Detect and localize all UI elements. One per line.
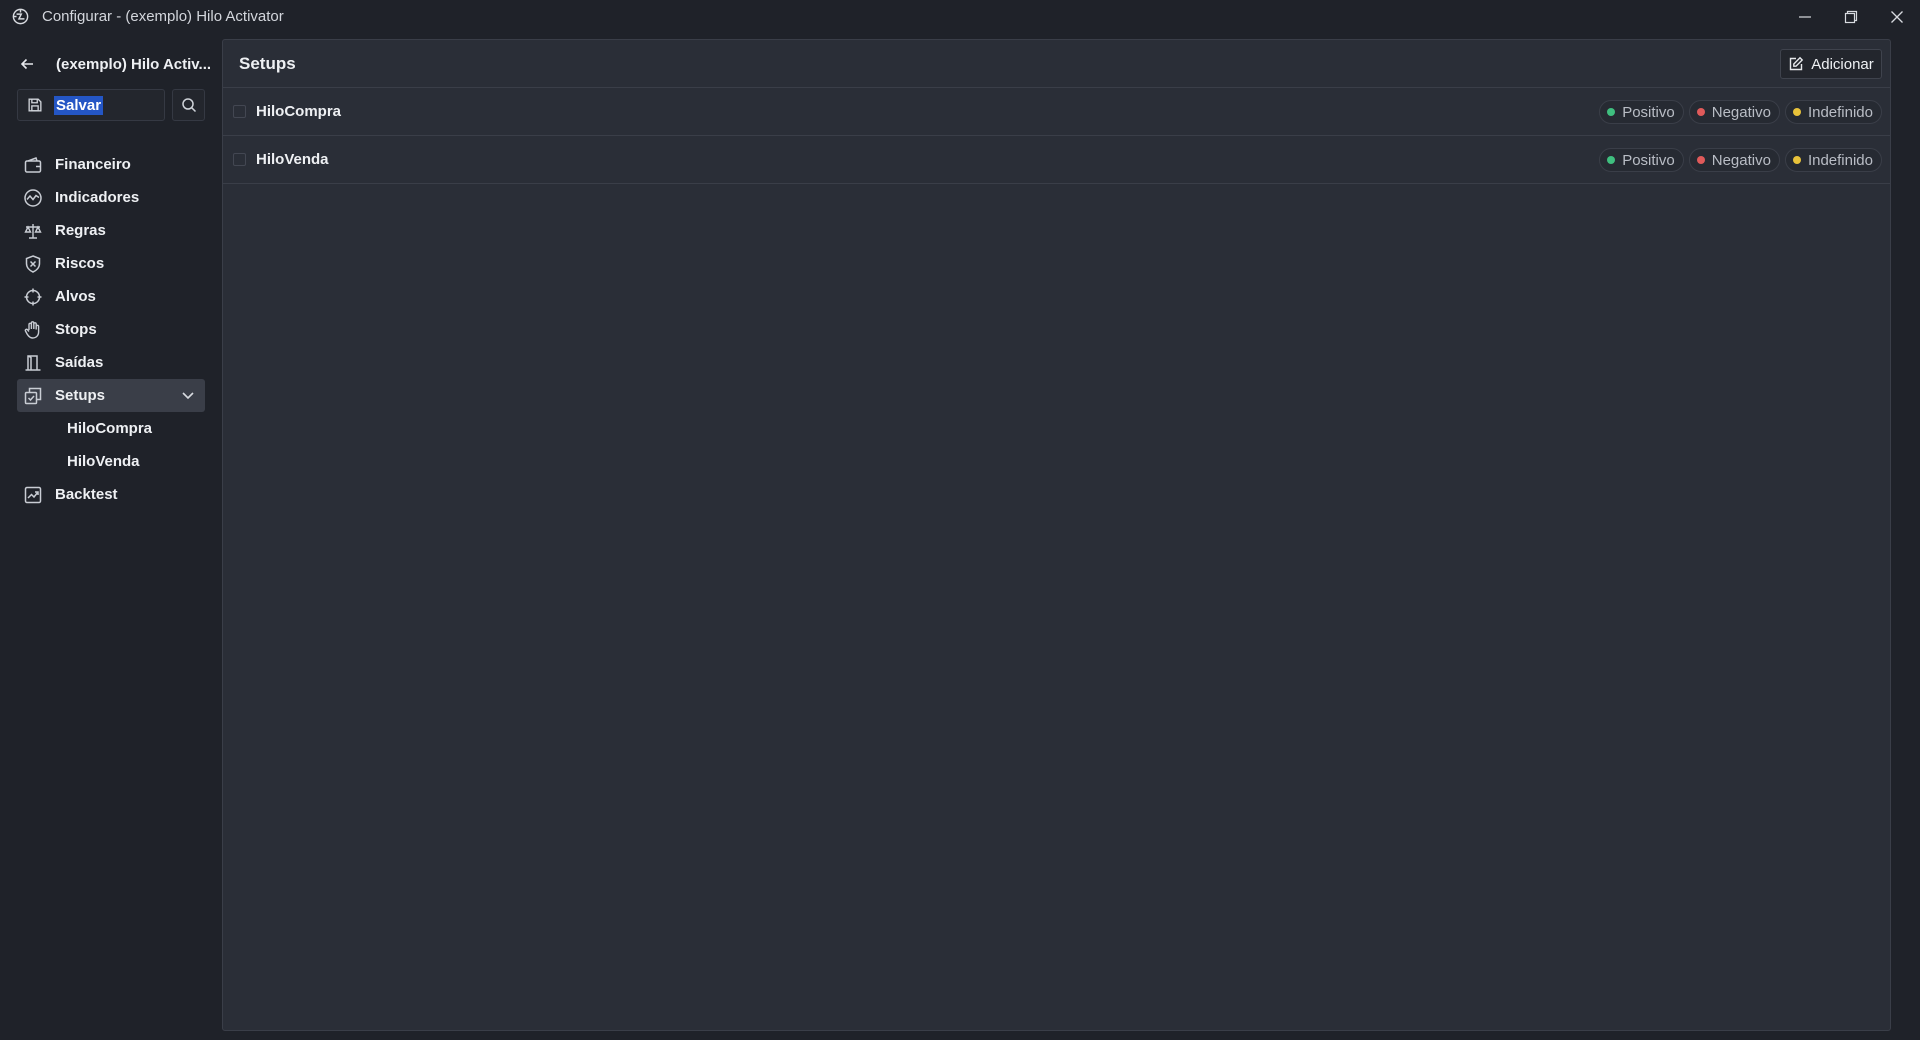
window-title: Configurar - (exemplo) Hilo Activator — [42, 8, 284, 25]
negative-dot-icon — [1696, 108, 1705, 116]
sidebar-item-label: Saídas — [55, 354, 104, 371]
badge-label: Negativo — [1711, 103, 1771, 121]
sidebar-item-label: Setups — [55, 387, 106, 404]
hand-icon — [23, 320, 43, 340]
negative-dot-icon — [1696, 156, 1705, 164]
minimize-icon — [1799, 15, 1811, 18]
sidebar-item-setups[interactable]: Setups — [17, 379, 205, 412]
sidebar-item-label: Backtest — [55, 486, 118, 503]
sidebar-item-label: HiloCompra — [67, 420, 153, 437]
badge-positivo[interactable]: Positivo — [1599, 148, 1684, 172]
sidebar-item-regras[interactable]: Regras — [17, 214, 205, 247]
app-logo-icon — [11, 7, 30, 26]
search-button[interactable] — [172, 89, 205, 121]
badge-label: Indefinido — [1807, 103, 1873, 121]
backtest-icon — [23, 485, 43, 505]
close-button[interactable] — [1874, 0, 1920, 33]
sidebar-item-indicadores[interactable]: Indicadores — [17, 181, 205, 214]
badge-positivo[interactable]: Positivo — [1599, 100, 1684, 124]
scale-icon — [23, 221, 43, 241]
sidebar-subitem-hilovenda[interactable]: HiloVenda — [17, 445, 205, 478]
sidebar-item-backtest[interactable]: Backtest — [17, 478, 205, 511]
sidebar-item-financeiro[interactable]: Financeiro — [17, 148, 205, 181]
badge-label: Indefinido — [1807, 151, 1873, 169]
setup-row-hilovenda[interactable]: HiloVenda Positivo Negativo Indefinido — [223, 136, 1890, 184]
add-button-label: Adicionar — [1811, 55, 1874, 73]
sidebar-item-alvos[interactable]: Alvos — [17, 280, 205, 313]
badge-label: Positivo — [1622, 103, 1675, 121]
save-button[interactable]: Salvar — [17, 89, 165, 121]
wallet-icon — [23, 155, 43, 175]
exit-icon — [23, 353, 43, 373]
window-controls — [1782, 0, 1920, 33]
setups-icon — [23, 386, 43, 406]
badge-negativo[interactable]: Negativo — [1688, 100, 1780, 124]
sidebar-item-stops[interactable]: Stops — [17, 313, 205, 346]
sidebar-item-riscos[interactable]: Riscos — [17, 247, 205, 280]
restore-icon — [1844, 10, 1858, 23]
shield-x-icon — [23, 254, 43, 274]
badge-label: Positivo — [1622, 151, 1675, 169]
sidebar-item-label: Alvos — [55, 288, 96, 305]
badge-indefinido[interactable]: Indefinido — [1784, 100, 1882, 124]
sidebar-item-label: Regras — [55, 222, 106, 239]
search-icon — [181, 97, 197, 113]
sidebar-item-label: Indicadores — [55, 189, 140, 206]
undefined-dot-icon — [1792, 108, 1801, 116]
save-icon — [26, 96, 44, 114]
close-icon — [1891, 10, 1903, 23]
sidebar-item-label: Financeiro — [55, 156, 131, 173]
sidebar-item-label: Stops — [55, 321, 97, 338]
minimize-button[interactable] — [1782, 0, 1828, 33]
badge-negativo[interactable]: Negativo — [1688, 148, 1780, 172]
restore-button[interactable] — [1828, 0, 1874, 33]
chevron-down-icon[interactable] — [179, 386, 197, 404]
title-bar: Configurar - (exemplo) Hilo Activator — [0, 0, 1920, 33]
edit-icon — [1788, 56, 1804, 72]
status-badges: Positivo Negativo Indefinido — [1599, 148, 1882, 172]
badge-label: Negativo — [1711, 151, 1771, 169]
sidebar-item-label: Riscos — [55, 255, 105, 272]
save-label[interactable]: Salvar — [54, 95, 104, 115]
sidebar: (exemplo) Hilo Activ... Salvar Financeir… — [0, 33, 222, 1040]
row-checkbox[interactable] — [233, 105, 246, 118]
setup-name: HiloVenda — [256, 151, 329, 168]
setups-panel: Setups Adicionar HiloCompra Positivo Neg… — [222, 39, 1891, 1031]
sidebar-item-label: HiloVenda — [67, 453, 140, 470]
sidebar-nav: Financeiro Indicadores Regras Riscos Alv… — [17, 148, 205, 511]
undefined-dot-icon — [1792, 156, 1801, 164]
project-title: (exemplo) Hilo Activ... — [56, 55, 212, 73]
add-button[interactable]: Adicionar — [1780, 49, 1882, 79]
page-title: Setups — [239, 53, 296, 73]
back-arrow-icon[interactable] — [17, 54, 37, 74]
sidebar-subitem-hilocompra[interactable]: HiloCompra — [17, 412, 205, 445]
positive-dot-icon — [1607, 156, 1616, 164]
setup-name: HiloCompra — [256, 103, 342, 120]
chart-circle-icon — [23, 188, 43, 208]
sidebar-item-saidas[interactable]: Saídas — [17, 346, 205, 379]
panel-header: Setups Adicionar — [223, 40, 1890, 88]
row-checkbox[interactable] — [233, 153, 246, 166]
crosshair-icon — [23, 287, 43, 307]
sidebar-header: (exemplo) Hilo Activ... — [17, 51, 211, 77]
status-badges: Positivo Negativo Indefinido — [1599, 100, 1882, 124]
setup-row-hilocompra[interactable]: HiloCompra Positivo Negativo Indefinido — [223, 88, 1890, 136]
positive-dot-icon — [1607, 108, 1616, 116]
badge-indefinido[interactable]: Indefinido — [1784, 148, 1882, 172]
